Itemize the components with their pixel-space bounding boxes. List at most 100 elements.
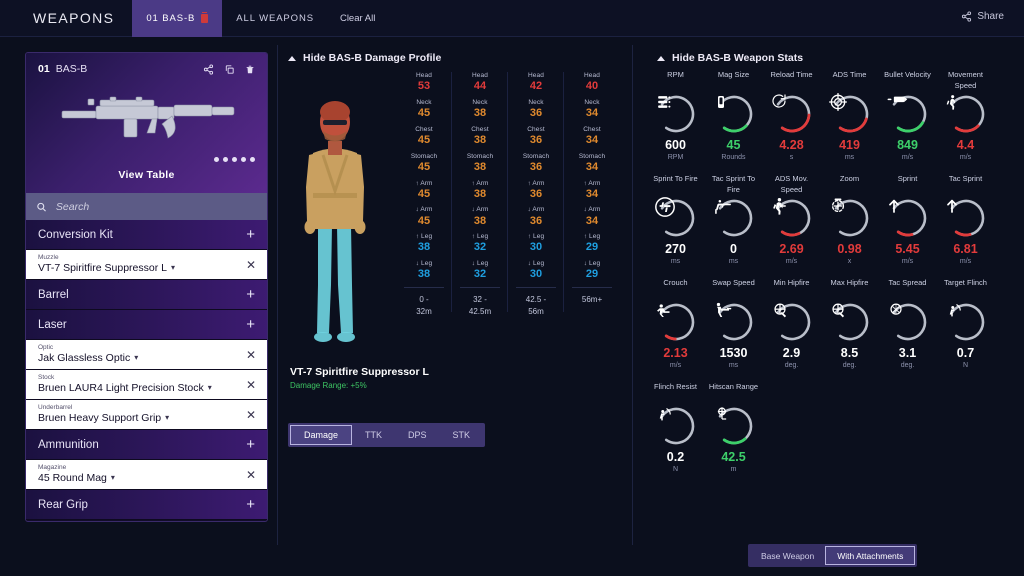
attachment-slot-label: Barrel (38, 289, 69, 301)
damage-row-label: ↓ Leg (508, 260, 564, 268)
stat-label: Tac Sprint To Fire (708, 174, 759, 196)
attachment-slot-filled[interactable]: UnderbarrelBruen Heavy Support Grip▾✕ (26, 400, 267, 430)
stat-value: 0 (708, 242, 759, 257)
damage-tab-dps[interactable]: DPS (395, 425, 440, 445)
sprint-icon (886, 196, 930, 240)
tab-bas-b[interactable]: 01 BAS-B (132, 0, 222, 37)
weapon-stats-header[interactable]: Hide BAS-B Weapon Stats (657, 52, 803, 64)
stat-unit: ms (824, 154, 875, 161)
damage-value: 45 (396, 134, 452, 148)
stat-value: 0.7 (940, 346, 991, 361)
rarity-dot (214, 157, 219, 162)
damage-cell: ↓ Leg30 (508, 260, 564, 282)
chevron-down-icon[interactable]: ▾ (208, 383, 212, 393)
attachment-value-text: 45 Round Mag (38, 472, 107, 485)
attachment-slot-filled[interactable]: Magazine45 Round Mag ▾ ✕ (26, 460, 267, 490)
attachment-slot-filled[interactable]: OpticJak Glassless Optic▾✕ (26, 340, 267, 370)
clear-all-button[interactable]: Clear All (328, 0, 394, 37)
search-input[interactable] (56, 201, 257, 213)
damage-tab-stk[interactable]: STK (440, 425, 484, 445)
stat-unit: RPM (650, 154, 701, 161)
remove-attachment-icon[interactable]: ✕ (246, 469, 256, 481)
damage-value: 44 (452, 80, 508, 94)
damage-columns: Head53Neck45Chest45Stomach45↑ Arm45↓ Arm… (396, 70, 620, 317)
damage-row-label: ↑ Leg (564, 233, 620, 241)
attachment-slot-empty[interactable]: Ammunition + (26, 430, 267, 460)
damage-value: 34 (564, 215, 620, 229)
remove-attachment-icon[interactable]: ✕ (246, 379, 256, 391)
chevron-down-icon[interactable]: ▾ (111, 473, 115, 483)
range-divider (404, 287, 444, 288)
damage-profile-header[interactable]: Hide BAS-B Damage Profile (288, 52, 441, 64)
remove-attachment-icon[interactable]: ✕ (246, 349, 256, 361)
damage-row-label: ↑ Arm (452, 180, 508, 188)
attachment-slot-label: Ammunition (38, 439, 99, 451)
stat-unit: m/s (940, 258, 991, 265)
damage-cell: ↓ Leg38 (396, 260, 452, 282)
plus-icon[interactable]: + (246, 287, 255, 302)
damage-cell: Stomach38 (452, 153, 508, 175)
damage-tab-ttk[interactable]: TTK (352, 425, 395, 445)
damage-value: 38 (452, 161, 508, 175)
damage-cell: Stomach36 (508, 153, 564, 175)
attachment-slot-filled[interactable]: StockBruen LAUR4 Light Precision Stock▾✕ (26, 370, 267, 400)
attachment-slot-filled[interactable]: MuzzleVT-7 Spiritfire Suppressor L▾✕ (26, 250, 267, 280)
stat-label: Max Hipfire (824, 278, 875, 300)
attachment-slot-empty[interactable]: Laser+ (26, 310, 267, 340)
plus-icon[interactable]: + (246, 497, 255, 512)
stat-label: Movement Speed (940, 70, 991, 92)
rarity-dot (250, 157, 255, 162)
swap-speed-icon (712, 300, 756, 344)
stat-tac-sprint: Tac Sprint6.81m/s (940, 174, 991, 265)
damage-value: 40 (564, 80, 620, 94)
search-bar[interactable] (26, 193, 267, 220)
toggle-with-attachments[interactable]: With Attachments (825, 546, 915, 565)
trash-icon[interactable] (245, 64, 255, 75)
rarity-dot (232, 157, 237, 162)
attachment-slot-empty[interactable]: Conversion Kit+ (26, 220, 267, 250)
stat-unit: N (650, 466, 701, 473)
stat-label: Min Hipfire (766, 278, 817, 300)
damage-row-label: ↑ Arm (564, 180, 620, 188)
toggle-base-weapon[interactable]: Base Weapon (750, 546, 825, 565)
rifle-illustration (52, 86, 242, 144)
view-table-button[interactable]: View Table (26, 169, 267, 181)
attachment-slot-label: Rear Grip (38, 499, 88, 511)
damage-cell: ↑ Leg32 (452, 233, 508, 255)
damage-column: Head53Neck45Chest45Stomach45↑ Arm45↓ Arm… (396, 70, 452, 317)
stat-dial (828, 92, 872, 136)
attachment-slot-key: Magazine (38, 464, 66, 471)
remove-attachment-icon[interactable]: ✕ (246, 409, 256, 421)
stat-value: 45 (708, 138, 759, 153)
attachment-slot-empty[interactable]: Barrel + (26, 280, 267, 310)
tab-all-weapons[interactable]: ALL WEAPONS (222, 0, 328, 37)
remove-attachment-icon[interactable]: ✕ (246, 259, 256, 271)
duplicate-icon[interactable] (224, 64, 235, 75)
share-button[interactable]: Share (961, 11, 1004, 22)
damage-tab-damage[interactable]: Damage (290, 425, 352, 445)
plus-icon[interactable]: + (246, 227, 255, 242)
stat-label: ADS Time (824, 70, 875, 92)
chevron-down-icon[interactable]: ▾ (171, 263, 175, 273)
stat-reload-time: Reload Time4.28s (766, 70, 817, 161)
damage-row-label: Stomach (508, 153, 564, 161)
chevron-down-icon[interactable]: ▾ (134, 353, 138, 363)
plus-icon[interactable]: + (246, 437, 255, 452)
trash-icon[interactable] (201, 14, 208, 23)
share-icon[interactable] (203, 64, 214, 75)
plus-icon[interactable]: + (246, 317, 255, 332)
rpm-icon (654, 92, 698, 136)
damage-cell: ↑ Leg29 (564, 233, 620, 255)
stat-value: 600 (650, 138, 701, 153)
stat-unit: deg. (824, 362, 875, 369)
stat-dial (712, 404, 756, 448)
tac-sprint-icon (944, 196, 988, 240)
attachment-slot-empty[interactable]: Rear Grip + (26, 490, 267, 520)
damage-value: 45 (396, 161, 452, 175)
attachment-effect-value: Damage Range: +5% (290, 381, 429, 390)
range-divider (572, 287, 612, 288)
stat-unit: N (940, 362, 991, 369)
stat-label: Bullet Velocity (882, 70, 933, 92)
loadout-panel: 01 BAS-B (25, 52, 268, 522)
chevron-down-icon[interactable]: ▾ (165, 413, 169, 423)
